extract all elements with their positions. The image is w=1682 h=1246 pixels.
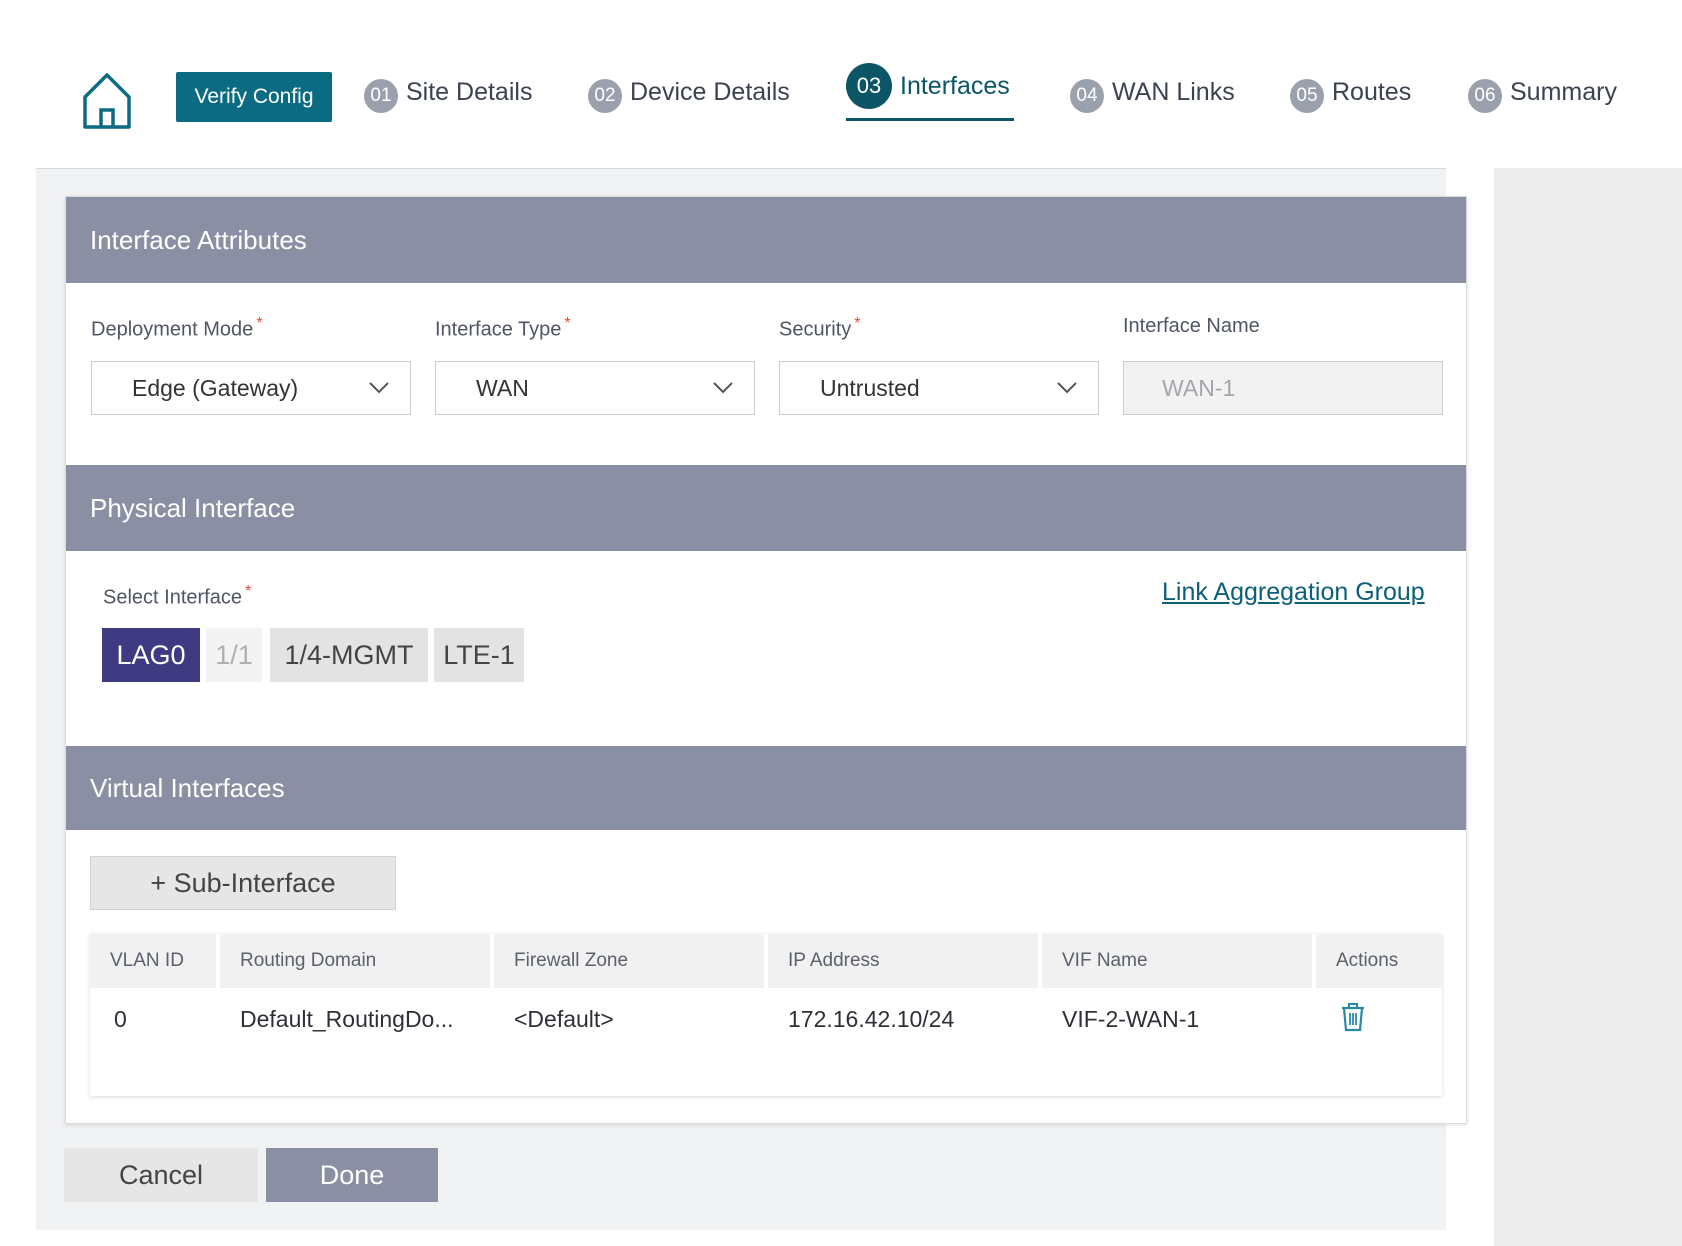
step-label: Routes — [1332, 77, 1412, 106]
step-site-details[interactable]: 01 Site Details — [364, 72, 533, 113]
deployment-mode-select[interactable]: Edge (Gateway) — [91, 361, 411, 415]
chevron-down-icon — [713, 382, 733, 394]
label-text: Security — [779, 318, 852, 341]
deployment-mode-label: Deployment Mode * — [91, 315, 263, 342]
column-header-vlan-id[interactable]: VLAN ID — [90, 934, 216, 988]
label-text: Interface Type — [435, 318, 562, 341]
add-sub-interface-button[interactable]: + Sub-Interface — [90, 856, 396, 910]
step-label: Device Details — [630, 77, 790, 106]
interface-chip-1-1: 1/1 — [206, 628, 262, 682]
security-select[interactable]: Untrusted — [779, 361, 1099, 415]
required-marker: * — [256, 315, 263, 332]
chevron-down-icon — [1057, 382, 1077, 394]
section-title: Virtual Interfaces — [90, 772, 285, 803]
cancel-button[interactable]: Cancel — [64, 1148, 258, 1202]
step-number: 03 — [846, 63, 892, 109]
verify-config-button[interactable]: Verify Config — [176, 72, 332, 122]
chevron-down-icon — [369, 382, 389, 394]
right-side-panel — [1494, 168, 1682, 1246]
step-label: WAN Links — [1112, 77, 1235, 106]
link-aggregation-group-link[interactable]: Link Aggregation Group — [1162, 578, 1425, 607]
required-marker: * — [854, 315, 861, 332]
cell-routing-domain: Default_RoutingDo... — [240, 1005, 454, 1032]
required-marker: * — [244, 583, 252, 600]
label-text: Deployment Mode — [91, 318, 254, 341]
done-button[interactable]: Done — [266, 1148, 438, 1202]
interface-chip-lag0[interactable]: LAG0 — [102, 628, 200, 682]
column-header-actions: Actions — [1316, 934, 1442, 988]
column-header-routing-domain[interactable]: Routing Domain — [220, 934, 490, 988]
column-header-vif-name[interactable]: VIF Name — [1042, 934, 1312, 988]
column-header-ip-address[interactable]: IP Address — [768, 934, 1038, 988]
step-label: Site Details — [406, 77, 533, 106]
interface-chip-lte-1[interactable]: LTE-1 — [434, 628, 524, 682]
step-number: 06 — [1468, 79, 1502, 113]
security-label: Security * — [779, 315, 860, 342]
section-title: Physical Interface — [90, 492, 296, 523]
label-text: Interface Name — [1123, 315, 1260, 337]
selected-value: WAN — [476, 374, 529, 401]
selected-value: Untrusted — [820, 374, 920, 401]
interface-type-label: Interface Type * — [435, 315, 571, 342]
field-value: WAN-1 — [1162, 374, 1236, 401]
section-header-physical-interface: Physical Interface — [66, 465, 1466, 551]
active-step-underline — [846, 118, 1014, 121]
trash-icon[interactable] — [1340, 1002, 1366, 1032]
label-text: Select Interface — [103, 586, 242, 609]
select-interface-label: Select Interface * — [103, 583, 251, 610]
home-icon[interactable] — [82, 72, 132, 130]
selected-value: Edge (Gateway) — [132, 374, 299, 401]
step-number: 02 — [588, 79, 622, 113]
column-header-firewall-zone[interactable]: Firewall Zone — [494, 934, 764, 988]
step-interfaces[interactable]: 03 Interfaces — [846, 63, 1010, 109]
required-marker: * — [564, 315, 571, 332]
step-summary[interactable]: 06 Summary — [1468, 72, 1617, 113]
cell-vlan-id: 0 — [114, 1005, 127, 1032]
cell-vif-name: VIF-2-WAN-1 — [1062, 1005, 1200, 1032]
virtual-interfaces-table: VLAN ID Routing Domain Firewall Zone IP … — [90, 934, 1442, 1096]
section-header-interface-attributes: Interface Attributes — [66, 197, 1466, 283]
section-header-virtual-interfaces: Virtual Interfaces — [66, 746, 1466, 830]
step-label: Summary — [1510, 77, 1617, 106]
step-wan-links[interactable]: 04 WAN Links — [1070, 72, 1235, 113]
step-number: 04 — [1070, 79, 1104, 113]
section-title: Interface Attributes — [90, 224, 307, 255]
cell-ip-address: 172.16.42.10/24 — [788, 1005, 955, 1032]
interface-name-field: WAN-1 — [1123, 361, 1443, 415]
step-number: 01 — [364, 79, 398, 113]
wizard-header: Verify Config 01 Site Details 02 Device … — [0, 0, 1682, 168]
step-label: Interfaces — [900, 71, 1010, 100]
step-device-details[interactable]: 02 Device Details — [588, 72, 790, 113]
interface-name-label: Interface Name — [1123, 315, 1260, 338]
interface-chip-1-4-mgmt[interactable]: 1/4-MGMT — [270, 628, 428, 682]
interface-type-select[interactable]: WAN — [435, 361, 755, 415]
step-routes[interactable]: 05 Routes — [1290, 72, 1412, 113]
step-number: 05 — [1290, 79, 1324, 113]
cell-firewall-zone: <Default> — [514, 1005, 614, 1032]
